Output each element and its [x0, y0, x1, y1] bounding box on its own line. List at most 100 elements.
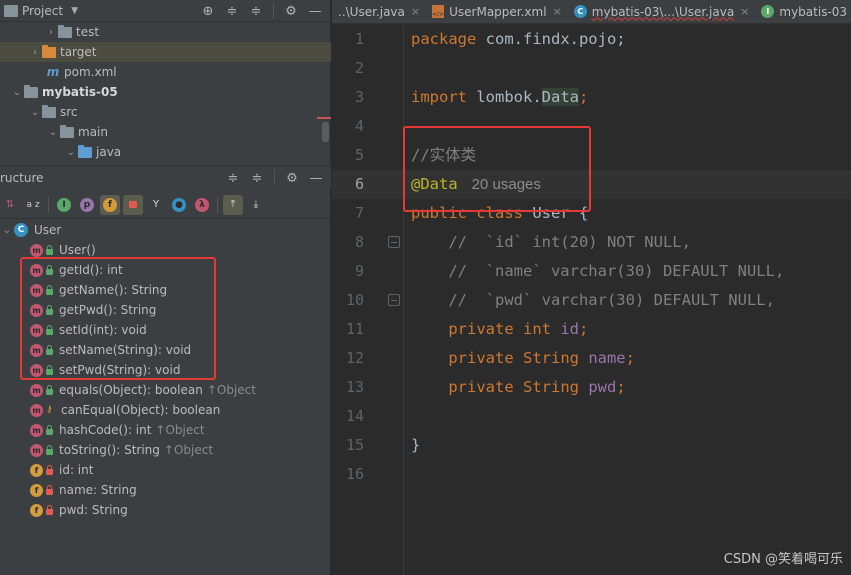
line-number: 11: [345, 320, 364, 338]
code-line-7: public class User {: [411, 199, 851, 228]
minimize-icon[interactable]: —: [307, 169, 325, 187]
method-icon: m: [30, 343, 43, 357]
semicolon: ;: [578, 88, 589, 106]
chevron-down-icon[interactable]: ⌄: [64, 147, 78, 158]
code-line-6: @Data 20 usages: [411, 170, 851, 199]
folder-icon: [58, 24, 72, 38]
structure-member[interactable]: m setName(String): void: [0, 340, 331, 360]
sort-alphabetically-icon[interactable]: a z: [23, 195, 43, 215]
gear-icon[interactable]: ⚙: [282, 2, 300, 20]
collapse-all-icon[interactable]: ≑: [248, 169, 266, 187]
structure-member[interactable]: m setPwd(String): void: [0, 360, 331, 380]
tree-item-main[interactable]: ⌄ main: [0, 122, 331, 142]
tree-item-src[interactable]: ⌄ src: [0, 102, 331, 122]
structure-member[interactable]: m setId(int): void: [0, 320, 331, 340]
show-properties-icon[interactable]: p: [77, 195, 97, 215]
chevron-right-icon[interactable]: ›: [28, 47, 42, 58]
public-icon: [46, 324, 53, 335]
tree-item-label: test: [76, 25, 100, 39]
tab-mybatis03-user-java[interactable]: C mybatis-03\...\User.java ×: [568, 0, 756, 23]
close-icon[interactable]: ×: [740, 5, 749, 18]
divider: [274, 170, 275, 186]
line-number: 7: [354, 204, 364, 222]
method-icon: m: [30, 263, 43, 277]
tab-usermapper-xml[interactable]: </> UserMapper.xml ×: [426, 0, 568, 23]
member-label: setPwd(String): void: [59, 363, 181, 377]
line-number: 6: [354, 175, 364, 193]
project-title[interactable]: Project: [22, 4, 63, 18]
gear-icon[interactable]: ⚙: [283, 169, 301, 187]
show-lambdas-icon[interactable]: Y: [146, 195, 166, 215]
public-icon: [46, 344, 53, 355]
structure-member[interactable]: m toString(): String ↑Object: [0, 440, 331, 460]
show-inherited-icon[interactable]: I: [54, 195, 74, 215]
show-fields-icon[interactable]: f: [100, 194, 120, 215]
minimize-icon[interactable]: —: [306, 2, 324, 20]
structure-member[interactable]: m ⚷ canEqual(Object): boolean: [0, 400, 331, 420]
tab-user-java[interactable]: ..\User.java ×: [332, 0, 426, 23]
scrollbar-thumb[interactable]: [322, 122, 329, 142]
project-tree: › test › target m pom.xml ⌄ mybatis-05 ⌄…: [0, 22, 331, 164]
usages-hint[interactable]: 20 usages: [472, 176, 541, 193]
line-number-gutter: 1 2 3 4 5 6 7 8 9 10 11 12 13 14 15 16: [332, 25, 402, 575]
structure-member[interactable]: f pwd: String: [0, 500, 331, 520]
structure-root-user[interactable]: ⌄ C User: [0, 220, 331, 240]
expand-all-icon[interactable]: ≑: [224, 169, 242, 187]
line-number: 8: [332, 228, 402, 257]
show-lambda-icon[interactable]: λ: [192, 195, 212, 215]
left-tool-window: Project ▼ ⊕ ≑ ≑ ⚙ — › test › target m po…: [0, 0, 331, 575]
member-label: toString(): String: [59, 443, 160, 457]
fold-icon[interactable]: [388, 294, 400, 306]
expand-all-icon[interactable]: ≑: [223, 2, 241, 20]
structure-title: ructure: [0, 170, 44, 185]
protected-icon: ⚷: [46, 404, 53, 415]
autoscroll-from-source-icon[interactable]: ⤓: [246, 195, 266, 215]
autoscroll-to-source-icon[interactable]: ⤒: [223, 194, 243, 215]
close-icon[interactable]: ×: [411, 5, 420, 18]
chevron-down-icon[interactable]: ⌄: [10, 87, 24, 98]
structure-member[interactable]: m hashCode(): int ↑Object: [0, 420, 331, 440]
tree-item-target[interactable]: › target: [0, 42, 331, 62]
tree-item-mybatis-05[interactable]: ⌄ mybatis-05: [0, 82, 331, 102]
structure-member[interactable]: f name: String: [0, 480, 331, 500]
field-name: pwd: [578, 378, 617, 396]
chevron-down-icon[interactable]: ⌄: [0, 225, 14, 236]
tab-mybatis03[interactable]: I mybatis-03: [755, 0, 851, 23]
divider: [217, 196, 218, 213]
tree-item-java[interactable]: ⌄ java: [0, 142, 331, 162]
method-icon: m: [30, 443, 43, 457]
collapse-all-icon[interactable]: ≑: [247, 2, 265, 20]
sort-by-visibility-icon[interactable]: ⇅: [0, 195, 20, 215]
structure-member[interactable]: m getName(): String: [0, 280, 331, 300]
structure-member[interactable]: m equals(Object): boolean ↑Object: [0, 380, 331, 400]
structure-member[interactable]: m getPwd(): String: [0, 300, 331, 320]
line-number: 16: [345, 465, 364, 483]
locate-icon[interactable]: ⊕: [199, 2, 217, 20]
chevron-down-icon[interactable]: ⌄: [46, 127, 60, 138]
structure-member[interactable]: f id: int: [0, 460, 331, 480]
divider: [273, 3, 274, 19]
member-label: pwd: String: [59, 503, 128, 517]
code-area[interactable]: package com.findx.pojo; import lombok.Da…: [411, 25, 851, 489]
tree-item-label: mybatis-05: [42, 85, 118, 99]
chevron-down-icon[interactable]: ⌄: [28, 107, 42, 118]
show-anonymous-icon[interactable]: ●: [169, 195, 189, 215]
tree-item-test[interactable]: › test: [0, 22, 331, 42]
tree-item-pom[interactable]: m pom.xml: [0, 62, 331, 82]
line-number: 13: [345, 378, 364, 396]
chevron-right-icon[interactable]: ›: [44, 27, 58, 38]
method-icon: m: [30, 323, 43, 337]
structure-member[interactable]: m getId(): int: [0, 260, 331, 280]
fold-icon[interactable]: [388, 236, 400, 248]
show-non-public-icon[interactable]: [123, 194, 143, 215]
semicolon: ;: [625, 349, 635, 367]
chevron-down-icon[interactable]: ▼: [71, 6, 78, 16]
inherited-from-label: ↑Object: [155, 423, 205, 437]
structure-filter-bar: ⇅ a z I p f Y ● λ ⤒ ⤓: [0, 191, 331, 219]
tree-item-label: pom.xml: [64, 65, 117, 79]
structure-member[interactable]: m User(): [0, 240, 331, 260]
member-label: hashCode(): int: [59, 423, 152, 437]
close-icon[interactable]: ×: [553, 5, 562, 18]
